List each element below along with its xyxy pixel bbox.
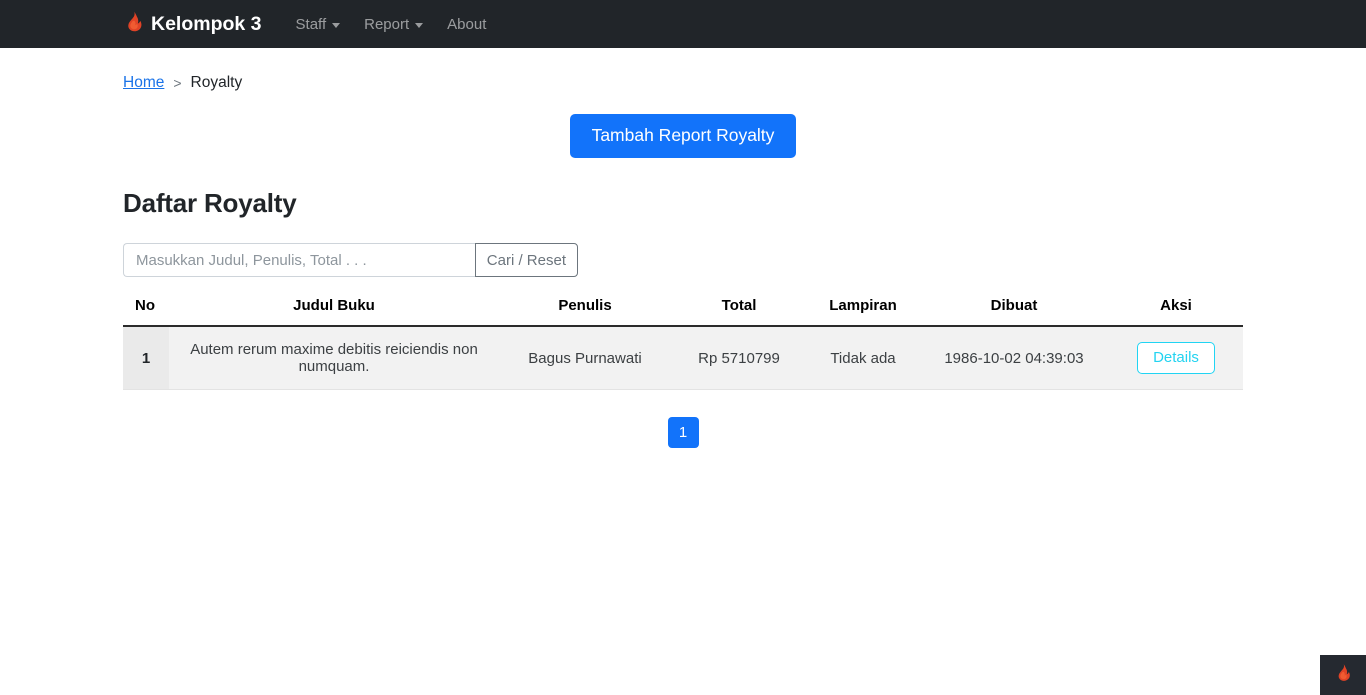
debug-toolbar-toggle[interactable] — [1320, 655, 1366, 695]
add-royalty-report-button[interactable]: Tambah Report Royalty — [569, 114, 797, 159]
search-input[interactable] — [123, 243, 475, 278]
nav-item-about-label: About — [447, 15, 487, 33]
flame-icon — [124, 11, 144, 38]
cell-penulis: Bagus Purnawati — [499, 326, 671, 391]
cell-total: Rp 5710799 — [671, 326, 807, 391]
nav-item-report-label: Report — [364, 15, 410, 33]
page-title: Daftar Royalty — [123, 188, 297, 219]
column-header-lampiran: Lampiran — [807, 297, 919, 328]
top-navbar: Kelompok 3 Staff Report About — [0, 0, 1366, 48]
nav-item-about[interactable]: About — [435, 8, 498, 41]
nav-item-staff-label: Staff — [295, 15, 327, 33]
search-form: Cari / Reset — [123, 243, 578, 278]
details-button[interactable]: Details — [1137, 342, 1215, 375]
column-header-no: No — [123, 297, 169, 328]
search-submit-button[interactable]: Cari / Reset — [474, 243, 578, 278]
navbar-items: Staff Report About — [284, 8, 499, 41]
table-header-row: No Judul Buku Penulis Total Lampiran Dib… — [123, 297, 1243, 328]
cell-lampiran: Tidak ada — [807, 326, 919, 391]
cell-no: 1 — [123, 326, 169, 391]
column-header-aksi: Aksi — [1109, 297, 1243, 328]
column-header-total: Total — [671, 297, 807, 328]
pagination: 1 — [123, 417, 1243, 449]
column-header-dibuat: Dibuat — [919, 297, 1109, 328]
chevron-down-icon — [332, 22, 341, 28]
brand-text: Kelompok 3 — [151, 12, 262, 35]
column-header-penulis: Penulis — [499, 297, 671, 328]
table-row: 1 Autem rerum maxime debitis reiciendis … — [123, 326, 1243, 391]
cell-judul: Autem rerum maxime debitis reiciendis no… — [169, 326, 499, 391]
breadcrumb-separator: > — [173, 75, 182, 91]
brand-link[interactable]: Kelompok 3 — [124, 11, 262, 38]
cell-aksi: Details — [1109, 326, 1243, 391]
chevron-down-icon — [415, 22, 424, 28]
main-container: Home > Royalty Tambah Report Royalty Daf… — [123, 48, 1243, 449]
column-header-judul: Judul Buku — [169, 297, 499, 328]
royalty-table: No Judul Buku Penulis Total Lampiran Dib… — [123, 297, 1243, 391]
pagination-page-1[interactable]: 1 — [667, 417, 699, 449]
breadcrumb-current: Royalty — [190, 74, 243, 91]
breadcrumb: Home > Royalty — [123, 48, 1243, 92]
flame-icon — [1335, 663, 1352, 687]
cell-dibuat: 1986-10-02 04:39:03 — [919, 326, 1109, 391]
nav-item-staff[interactable]: Staff — [284, 8, 353, 41]
nav-item-report[interactable]: Report — [352, 8, 435, 41]
table-head: No Judul Buku Penulis Total Lampiran Dib… — [123, 297, 1243, 328]
breadcrumb-home-link[interactable]: Home — [123, 74, 164, 92]
table-body: 1 Autem rerum maxime debitis reiciendis … — [123, 326, 1243, 391]
add-action-row: Tambah Report Royalty — [123, 114, 1243, 159]
